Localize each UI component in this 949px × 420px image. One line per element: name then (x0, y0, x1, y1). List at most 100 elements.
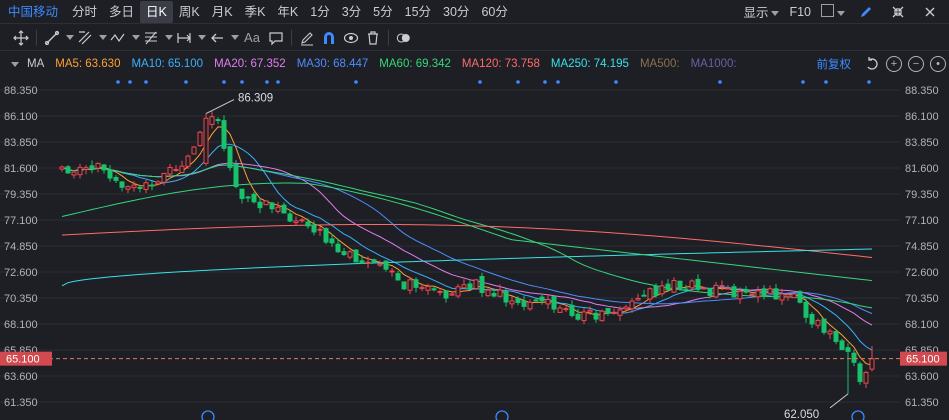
candle[interactable] (113, 175, 119, 184)
event-dot-icon[interactable] (265, 80, 269, 84)
candle[interactable] (797, 290, 803, 304)
candle[interactable] (791, 293, 797, 299)
candle[interactable] (437, 289, 443, 296)
candle[interactable] (833, 330, 839, 345)
candle[interactable] (677, 280, 683, 291)
candle[interactable] (353, 249, 359, 263)
candle[interactable] (671, 277, 677, 293)
candle[interactable] (839, 338, 845, 351)
candle[interactable] (401, 281, 407, 290)
candle[interactable] (851, 349, 857, 367)
trash-icon[interactable] (362, 27, 384, 49)
candle[interactable] (815, 318, 821, 329)
wave-tool-icon[interactable] (107, 27, 129, 49)
candle[interactable] (665, 279, 671, 292)
candle[interactable] (605, 308, 611, 316)
candle[interactable] (293, 216, 299, 226)
candle[interactable] (539, 294, 545, 305)
candle[interactable] (263, 200, 269, 206)
candle[interactable] (479, 272, 485, 297)
magnet-icon[interactable] (318, 27, 340, 49)
candle[interactable] (383, 260, 389, 272)
candle[interactable] (767, 285, 773, 294)
candle[interactable] (569, 300, 575, 318)
candle[interactable] (407, 276, 413, 295)
candle[interactable] (155, 180, 161, 185)
eraser-icon[interactable] (296, 27, 318, 49)
candle[interactable] (71, 169, 77, 179)
arrow-tool-icon[interactable] (206, 27, 228, 49)
undo-icon[interactable] (861, 53, 883, 75)
candle[interactable] (461, 279, 467, 289)
candle[interactable] (197, 130, 203, 148)
tab-monthly-k[interactable]: 月K (206, 1, 239, 23)
close-icon[interactable] (919, 1, 941, 23)
candle[interactable] (827, 328, 833, 339)
tab-60min[interactable]: 60分 (475, 1, 513, 23)
tab-5min[interactable]: 5分 (367, 1, 398, 23)
candle[interactable] (257, 197, 263, 214)
f10-button[interactable]: F10 (789, 5, 811, 19)
event-marker-icon[interactable] (851, 410, 865, 420)
candle[interactable] (527, 299, 533, 311)
candle[interactable] (371, 258, 377, 263)
candle[interactable] (281, 202, 287, 214)
tab-3min[interactable]: 3分 (336, 1, 367, 23)
candle[interactable] (647, 287, 653, 303)
candle[interactable] (779, 288, 785, 305)
candle[interactable] (119, 181, 125, 192)
toggle-icon[interactable] (393, 27, 415, 49)
tab-quarterly-k[interactable]: 季K (239, 1, 272, 23)
candle[interactable] (347, 250, 353, 260)
candle[interactable] (803, 296, 809, 323)
tab-15min[interactable]: 15分 (399, 1, 437, 23)
event-dot-icon[interactable] (801, 80, 805, 84)
candle[interactable] (269, 201, 275, 214)
candle[interactable] (89, 160, 95, 174)
candle[interactable] (143, 179, 149, 194)
candle[interactable] (551, 296, 557, 313)
chevron-down-icon[interactable] (231, 35, 239, 40)
candle[interactable] (593, 310, 599, 323)
eye-icon[interactable] (340, 27, 362, 49)
candle[interactable] (467, 280, 473, 290)
candle[interactable] (317, 226, 323, 236)
candle[interactable] (239, 188, 245, 204)
event-marker-icon[interactable] (495, 410, 509, 420)
candle[interactable] (695, 274, 701, 292)
candle[interactable] (95, 162, 101, 173)
event-dot-icon[interactable] (824, 80, 828, 84)
candle[interactable] (713, 281, 719, 299)
candle[interactable] (863, 371, 869, 388)
candle[interactable] (125, 185, 131, 194)
candle[interactable] (611, 308, 617, 315)
tab-30min[interactable]: 30分 (437, 1, 475, 23)
event-dot-icon[interactable] (128, 80, 132, 84)
chevron-down-icon[interactable] (66, 35, 74, 40)
candle[interactable] (557, 305, 563, 314)
candle[interactable] (275, 201, 281, 214)
candle[interactable] (545, 294, 551, 309)
candle[interactable] (341, 248, 347, 257)
candle[interactable] (359, 255, 365, 264)
candle[interactable] (59, 165, 65, 172)
crosshair-icon[interactable] (10, 27, 32, 49)
candle[interactable] (731, 283, 737, 298)
stock-name[interactable]: 中国移动 (0, 1, 66, 23)
candle[interactable] (743, 285, 749, 294)
channel-tool-icon[interactable] (74, 27, 96, 49)
candle[interactable] (185, 154, 191, 169)
candle[interactable] (101, 163, 107, 174)
candle[interactable] (761, 285, 767, 300)
event-dot-icon[interactable] (144, 80, 148, 84)
candle[interactable] (161, 172, 167, 186)
event-dot-icon[interactable] (478, 80, 482, 84)
fibonacci-tool-icon[interactable] (140, 27, 162, 49)
candle[interactable] (443, 289, 449, 303)
candle[interactable] (473, 278, 479, 290)
candle[interactable] (221, 115, 227, 152)
candle[interactable] (755, 286, 761, 303)
candle[interactable] (635, 293, 641, 301)
minus-icon[interactable]: − (905, 53, 927, 75)
display-dropdown[interactable]: 显示 (743, 2, 780, 21)
